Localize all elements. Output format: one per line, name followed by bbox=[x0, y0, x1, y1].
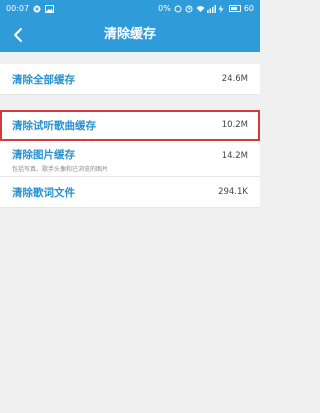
title-bar: 清除缓存 bbox=[0, 17, 260, 52]
clear-image-cache-desc: 包括写真、歌手头像和已浏览的图片 bbox=[12, 166, 109, 173]
clear-song-cache-row[interactable]: 清除试听歌曲缓存 10.2M bbox=[0, 110, 260, 141]
clear-image-cache-size: 14.2M bbox=[221, 151, 248, 161]
clear-lyrics-row[interactable]: 清除歌词文件 294.1K bbox=[0, 177, 260, 208]
list-spacer bbox=[0, 52, 260, 64]
battery-level: 60 bbox=[243, 4, 254, 13]
clear-all-cache-label: 清除全部缓存 bbox=[12, 73, 75, 86]
group-divider bbox=[0, 95, 260, 110]
clear-song-cache-size: 10.2M bbox=[221, 120, 248, 130]
status-time: 00:07 bbox=[6, 4, 30, 13]
wifi-icon bbox=[196, 5, 205, 13]
group-all: 清除全部缓存 24.6M bbox=[0, 64, 260, 95]
cache-list: 清除全部缓存 24.6M 清除试听歌曲缓存 10.2M 清除图片缓存 包括写真、… bbox=[0, 52, 260, 208]
clear-all-cache-row[interactable]: 清除全部缓存 24.6M bbox=[0, 64, 260, 95]
clear-image-cache-label: 清除图片缓存 bbox=[12, 149, 75, 161]
group-detail: 清除试听歌曲缓存 10.2M 清除图片缓存 包括写真、歌手头像和已浏览的图片 1… bbox=[0, 110, 260, 208]
close-circle-icon bbox=[33, 5, 41, 13]
page-title: 清除缓存 bbox=[103, 27, 156, 42]
sync-icon bbox=[174, 5, 182, 13]
clear-lyrics-size: 294.1K bbox=[218, 187, 248, 197]
clear-image-cache-row[interactable]: 清除图片缓存 包括写真、歌手头像和已浏览的图片 14.2M bbox=[0, 141, 260, 177]
clear-lyrics-label: 清除歌词文件 bbox=[12, 186, 75, 199]
status-percent: 0% bbox=[158, 4, 171, 13]
battery-icon bbox=[228, 5, 241, 12]
image-icon bbox=[45, 4, 55, 13]
status-bar: 00:07 0% 60 bbox=[0, 0, 260, 17]
clear-song-cache-label: 清除试听歌曲缓存 bbox=[12, 119, 96, 132]
signal-icon bbox=[206, 4, 216, 13]
lightning-icon bbox=[218, 4, 226, 13]
clear-all-cache-size: 24.6M bbox=[221, 74, 248, 84]
clock-icon bbox=[185, 5, 193, 13]
